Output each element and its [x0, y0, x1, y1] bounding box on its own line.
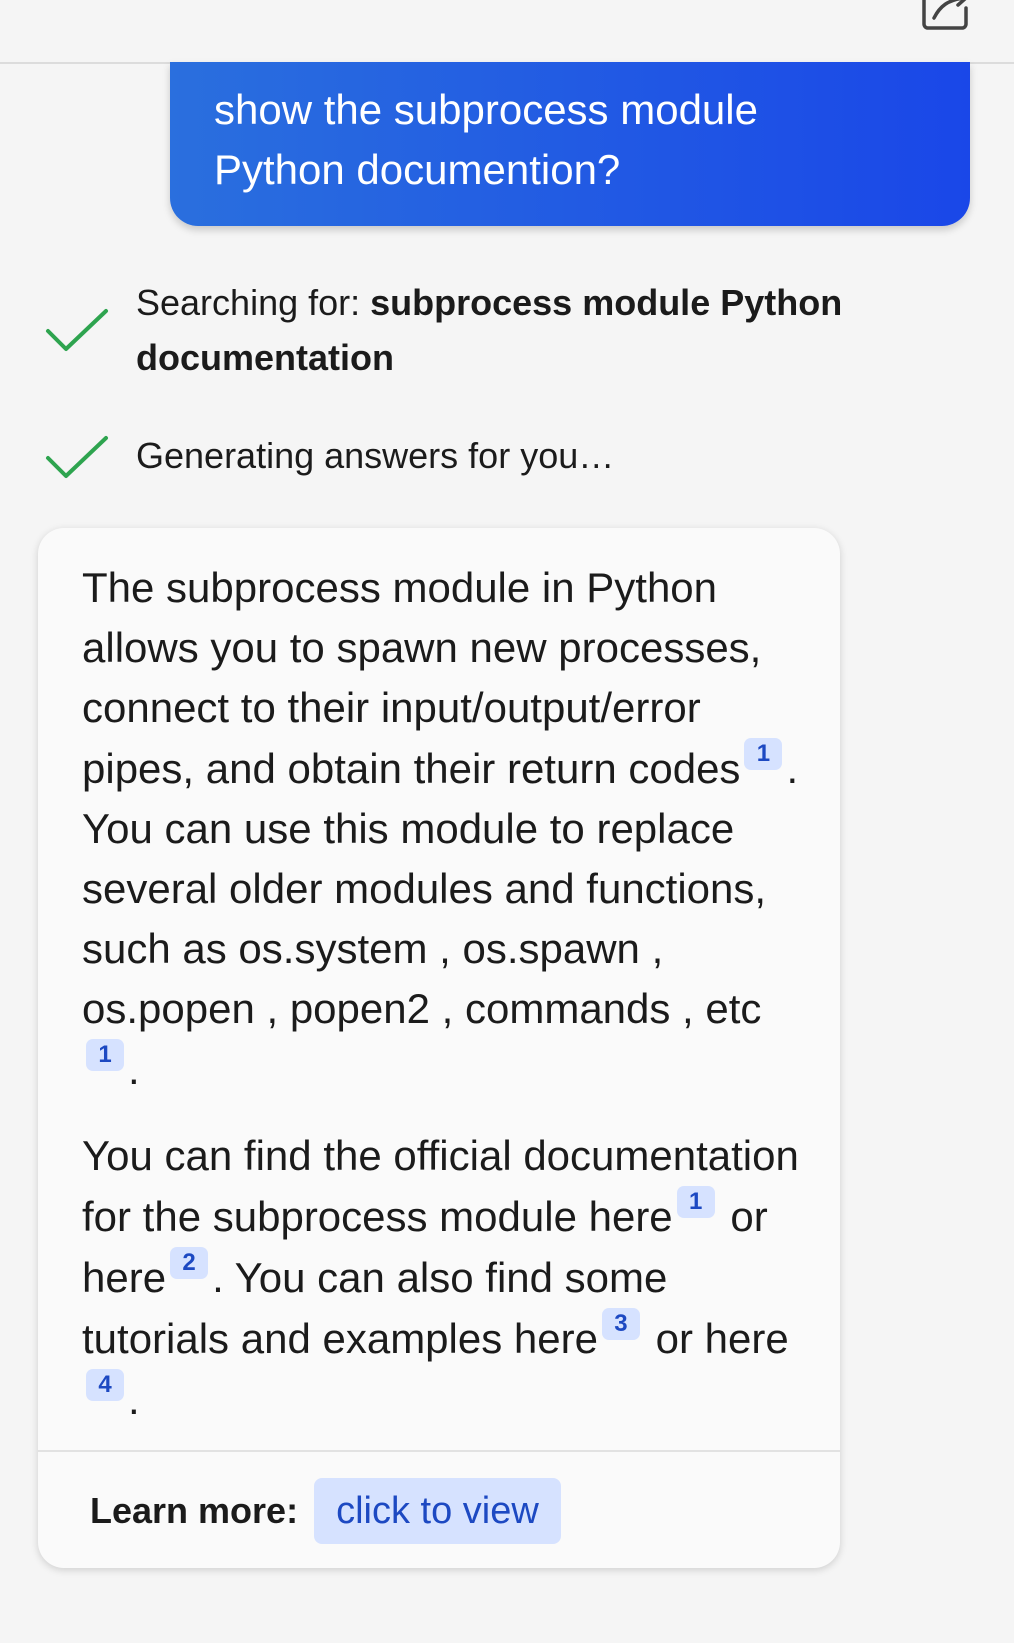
answer-text: The subprocess module in Python allows y… — [82, 564, 762, 792]
searching-query: subprocess module Python — [370, 282, 843, 323]
answer-text: . — [128, 1046, 140, 1093]
check-icon — [46, 309, 108, 351]
top-bar — [0, 0, 1014, 64]
click-to-view-button[interactable]: click to view — [314, 1478, 561, 1544]
searching-query: documentation — [136, 337, 394, 378]
user-message-bubble: show the subprocess module Python docume… — [170, 62, 970, 226]
citation-link[interactable]: 1 — [744, 738, 783, 770]
check-icon — [46, 436, 108, 478]
answer-text: or here — [643, 1315, 789, 1362]
user-message-line: Python documention? — [214, 146, 621, 193]
status-generating: Generating answers for you… — [44, 428, 614, 483]
user-message-line: show the subprocess module — [214, 86, 758, 133]
answer-card: The subprocess module in Python allows y… — [38, 528, 840, 1568]
citation-link[interactable]: 1 — [676, 1186, 715, 1218]
answer-paragraph: The subprocess module in Python allows y… — [82, 558, 802, 1100]
answer-paragraph: You can find the official documentation … — [82, 1126, 802, 1430]
searching-prefix: Searching for: — [136, 282, 371, 323]
compose-icon[interactable] — [918, 0, 974, 34]
learn-more-row: Learn more: click to view — [90, 1478, 561, 1544]
status-generating-text: Generating answers for you… — [136, 435, 615, 476]
status-searching-text: Searching for: subprocess module Python d… — [136, 275, 842, 385]
citation-link[interactable]: 1 — [86, 1039, 124, 1071]
citation-link[interactable]: 3 — [601, 1308, 640, 1340]
answer-body: The subprocess module in Python allows y… — [82, 558, 802, 1430]
answer-text: . — [128, 1376, 140, 1423]
citation-link[interactable]: 2 — [170, 1247, 209, 1279]
status-searching: Searching for: subprocess module Python d… — [44, 275, 842, 385]
citation-link[interactable]: 4 — [86, 1369, 124, 1401]
card-divider — [38, 1450, 840, 1452]
learn-more-label: Learn more: — [90, 1490, 299, 1531]
